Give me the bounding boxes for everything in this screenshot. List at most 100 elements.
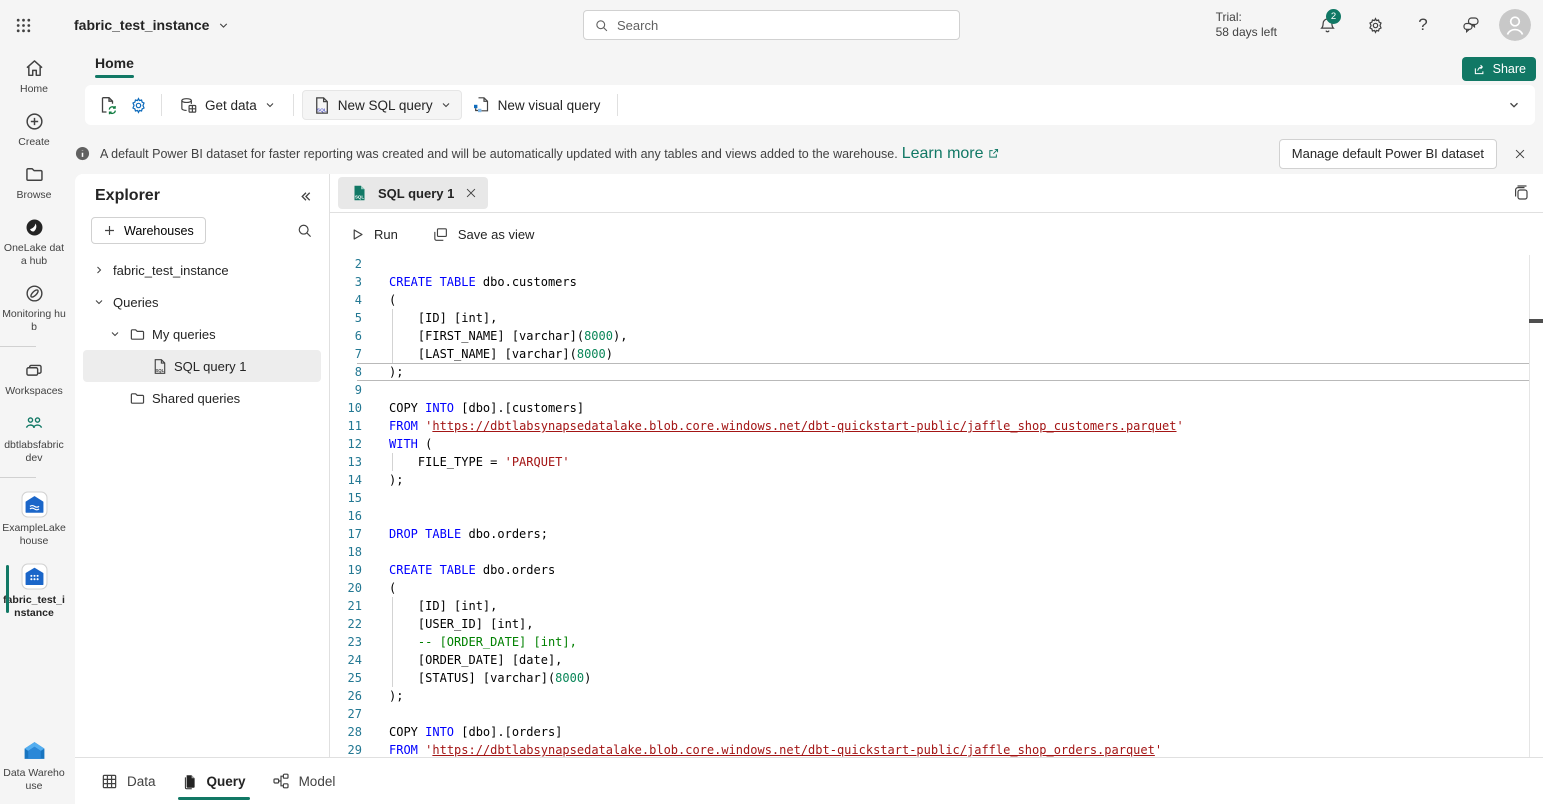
- feedback-button[interactable]: [1447, 0, 1495, 50]
- line-number: 20: [330, 579, 362, 597]
- tree-item-queries[interactable]: Queries: [83, 286, 321, 318]
- code-line-29[interactable]: 29FROM 'https://dbtlabsynapsedatalake.bl…: [330, 741, 1543, 757]
- help-button[interactable]: ?: [1399, 0, 1447, 50]
- code-line-21[interactable]: 21 [ID] [int],: [330, 597, 1543, 615]
- sidebar-item-onelake-data-hub[interactable]: OneLake data hub: [0, 209, 68, 275]
- line-content: [STATUS] [varchar](8000): [362, 669, 591, 687]
- app-launcher-button[interactable]: [0, 0, 46, 50]
- code-line-6[interactable]: 6 [FIRST_NAME] [varchar](8000),: [330, 327, 1543, 345]
- editor-overview-ruler[interactable]: [1529, 255, 1543, 757]
- code-line-9[interactable]: 9: [330, 381, 1543, 399]
- code-line-3[interactable]: 3CREATE TABLE dbo.customers: [330, 273, 1543, 291]
- sidebar-item-examplelakehouse[interactable]: ExampleLakehouse: [0, 483, 68, 555]
- chevron-down-icon[interactable]: [91, 296, 107, 308]
- line-number: 15: [330, 489, 362, 507]
- tab-query[interactable]: Query: [176, 758, 252, 804]
- indent-guide: [392, 597, 393, 615]
- sidebar-item-dbtlabsfabricdev[interactable]: dbtlabsfabricdev: [0, 405, 68, 472]
- tree-item-label: My queries: [152, 327, 216, 342]
- code-line-27[interactable]: 27: [330, 705, 1543, 723]
- tree-item-fabric-test-instance[interactable]: fabric_test_instance: [83, 254, 321, 286]
- tab-data[interactable]: Data: [95, 758, 162, 804]
- account-avatar[interactable]: [1499, 9, 1531, 41]
- code-line-13[interactable]: 13 FILE_TYPE = 'PARQUET': [330, 453, 1543, 471]
- plus-circle-icon: [24, 111, 45, 132]
- ribbon-settings-button[interactable]: [123, 90, 153, 120]
- tab-model[interactable]: Model: [266, 758, 342, 804]
- code-line-14[interactable]: 14);: [330, 471, 1543, 489]
- line-number: 10: [330, 399, 362, 417]
- sidebar-item-label: fabric_test_instance: [2, 594, 66, 620]
- sidebar-item-data-warehouse[interactable]: Data Warehouse: [0, 730, 68, 800]
- ribbon-collapse-button[interactable]: [1507, 98, 1521, 117]
- sidebar-item-monitoring-hub[interactable]: Monitoring hub: [0, 275, 68, 341]
- save-as-view-button[interactable]: Save as view: [432, 226, 535, 243]
- sidebar-item-fabric-test-instance[interactable]: fabric_test_instance: [0, 555, 68, 627]
- get-data-button[interactable]: Get data: [170, 90, 285, 120]
- explorer-search-icon[interactable]: [296, 222, 313, 239]
- tab-home[interactable]: Home: [95, 55, 134, 71]
- tab-label: Data: [127, 774, 156, 789]
- tree-item-sql-query-1[interactable]: SQLSQL query 1: [83, 350, 321, 382]
- run-button[interactable]: Run: [350, 227, 398, 242]
- copy-icon[interactable]: [1512, 184, 1530, 202]
- code-line-15[interactable]: 15: [330, 489, 1543, 507]
- notifications-button[interactable]: 2: [1303, 0, 1351, 50]
- feedback-icon: [1461, 15, 1481, 35]
- chevron-right-icon[interactable]: [91, 264, 107, 276]
- line-content: [FIRST_NAME] [varchar](8000),: [362, 327, 627, 345]
- new-sql-query-button[interactable]: SQL New SQL query: [302, 90, 462, 120]
- sidebar-item-browse[interactable]: Browse: [0, 156, 68, 209]
- workspace-switcher[interactable]: fabric_test_instance: [74, 17, 230, 33]
- indent-guide: [392, 633, 393, 651]
- global-search[interactable]: [583, 10, 960, 40]
- code-line-19[interactable]: 19CREATE TABLE dbo.orders: [330, 561, 1543, 579]
- new-visual-query-button[interactable]: New visual query: [462, 90, 610, 120]
- chevron-down-icon[interactable]: [107, 328, 123, 340]
- sidebar-item-home[interactable]: Home: [0, 50, 68, 103]
- learn-more-link[interactable]: Learn more: [902, 145, 984, 163]
- line-number: 5: [330, 309, 362, 327]
- sidebar-item-workspaces[interactable]: Workspaces: [0, 352, 68, 405]
- tree-item-shared-queries[interactable]: Shared queries: [83, 382, 321, 414]
- code-line-22[interactable]: 22 [USER_ID] [int],: [330, 615, 1543, 633]
- new-refresh-button[interactable]: [93, 90, 123, 120]
- search-input[interactable]: [617, 18, 949, 33]
- line-number: 25: [330, 669, 362, 687]
- code-line-5[interactable]: 5 [ID] [int],: [330, 309, 1543, 327]
- code-line-4[interactable]: 4(: [330, 291, 1543, 309]
- code-line-17[interactable]: 17DROP TABLE dbo.orders;: [330, 525, 1543, 543]
- close-tab-icon[interactable]: [464, 186, 478, 200]
- manage-default-dataset-button[interactable]: Manage default Power BI dataset: [1279, 139, 1497, 169]
- code-line-24[interactable]: 24 [ORDER_DATE] [date],: [330, 651, 1543, 669]
- code-line-7[interactable]: 7 [LAST_NAME] [varchar](8000): [330, 345, 1543, 363]
- code-line-18[interactable]: 18: [330, 543, 1543, 561]
- query-toolbar: Run Save as view: [330, 213, 1543, 255]
- query-doc-icon: [182, 773, 198, 790]
- share-button[interactable]: Share: [1462, 57, 1536, 81]
- code-line-2[interactable]: 2: [330, 255, 1543, 273]
- banner-close-button[interactable]: [1505, 139, 1535, 169]
- code-line-26[interactable]: 26);: [330, 687, 1543, 705]
- code-line-25[interactable]: 25 [STATUS] [varchar](8000): [330, 669, 1543, 687]
- code-line-11[interactable]: 11FROM 'https://dbtlabsynapsedatalake.bl…: [330, 417, 1543, 435]
- tab-sql-query-1[interactable]: SQL SQL query 1: [338, 177, 488, 209]
- code-line-10[interactable]: 10COPY INTO [dbo].[customers]: [330, 399, 1543, 417]
- tree-item-my-queries[interactable]: My queries: [83, 318, 321, 350]
- collapse-panel-icon[interactable]: [298, 189, 313, 204]
- sidebar-item-create[interactable]: Create: [0, 103, 68, 156]
- warehouses-button[interactable]: Warehouses: [91, 217, 206, 244]
- code-line-8[interactable]: 8);: [330, 363, 1543, 381]
- code-line-16[interactable]: 16: [330, 507, 1543, 525]
- line-number: 18: [330, 543, 362, 561]
- line-number: 7: [330, 345, 362, 363]
- code-line-28[interactable]: 28COPY INTO [dbo].[orders]: [330, 723, 1543, 741]
- settings-button[interactable]: [1351, 0, 1399, 50]
- code-line-23[interactable]: 23 -- [ORDER_DATE] [int],: [330, 633, 1543, 651]
- sql-editor[interactable]: 23CREATE TABLE dbo.customers4(5 [ID] [in…: [330, 255, 1543, 757]
- chevron-down-icon: [217, 19, 230, 32]
- svg-text:SQL: SQL: [317, 107, 327, 113]
- code-line-20[interactable]: 20(: [330, 579, 1543, 597]
- code-line-12[interactable]: 12WITH (: [330, 435, 1543, 453]
- trial-status: Trial: 58 days left: [1216, 10, 1277, 40]
